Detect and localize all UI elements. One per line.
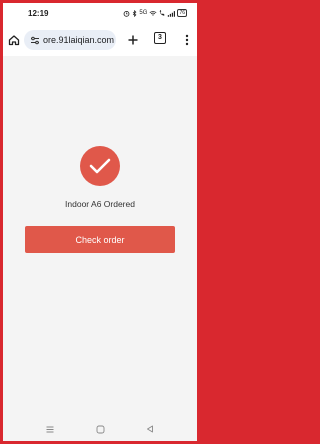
signal-icon: [168, 10, 176, 17]
wifi-icon: [149, 10, 157, 15]
address-bar[interactable]: ore.91laiqian.com: [24, 30, 116, 50]
battery-icon: 76: [177, 9, 187, 17]
status-icons: 5G 76: [123, 9, 187, 17]
system-navigation-bar: [3, 416, 197, 441]
status-time: 12:19: [28, 9, 49, 18]
check-order-button[interactable]: Check order: [25, 226, 175, 253]
success-check-icon: [80, 146, 120, 186]
browser-toolbar: ore.91laiqian.com 3: [3, 23, 197, 56]
tab-switcher-icon[interactable]: 3: [154, 32, 166, 44]
alarm-icon: [124, 10, 130, 17]
more-menu-icon[interactable]: [180, 33, 194, 47]
url-text: ore.91laiqian.com: [43, 35, 115, 45]
call-icon: [160, 9, 165, 16]
status-bar: 12:19 5G 76: [3, 3, 197, 23]
back-triangle-icon[interactable]: [145, 424, 155, 434]
recents-icon[interactable]: [45, 424, 55, 434]
order-success-message: Indoor A6 Ordered: [65, 199, 135, 209]
home-icon[interactable]: [7, 33, 21, 47]
screen: 12:19 5G 76 ore.91laiqian.com 3 Indoor A…: [3, 3, 197, 441]
site-settings-icon[interactable]: [30, 36, 40, 45]
page-content: Indoor A6 Ordered Check order: [3, 56, 197, 416]
home-circle-icon[interactable]: [95, 424, 105, 434]
bluetooth-icon: [133, 9, 137, 17]
new-tab-plus-icon[interactable]: [126, 33, 140, 47]
network-label: 5G: [139, 10, 148, 16]
